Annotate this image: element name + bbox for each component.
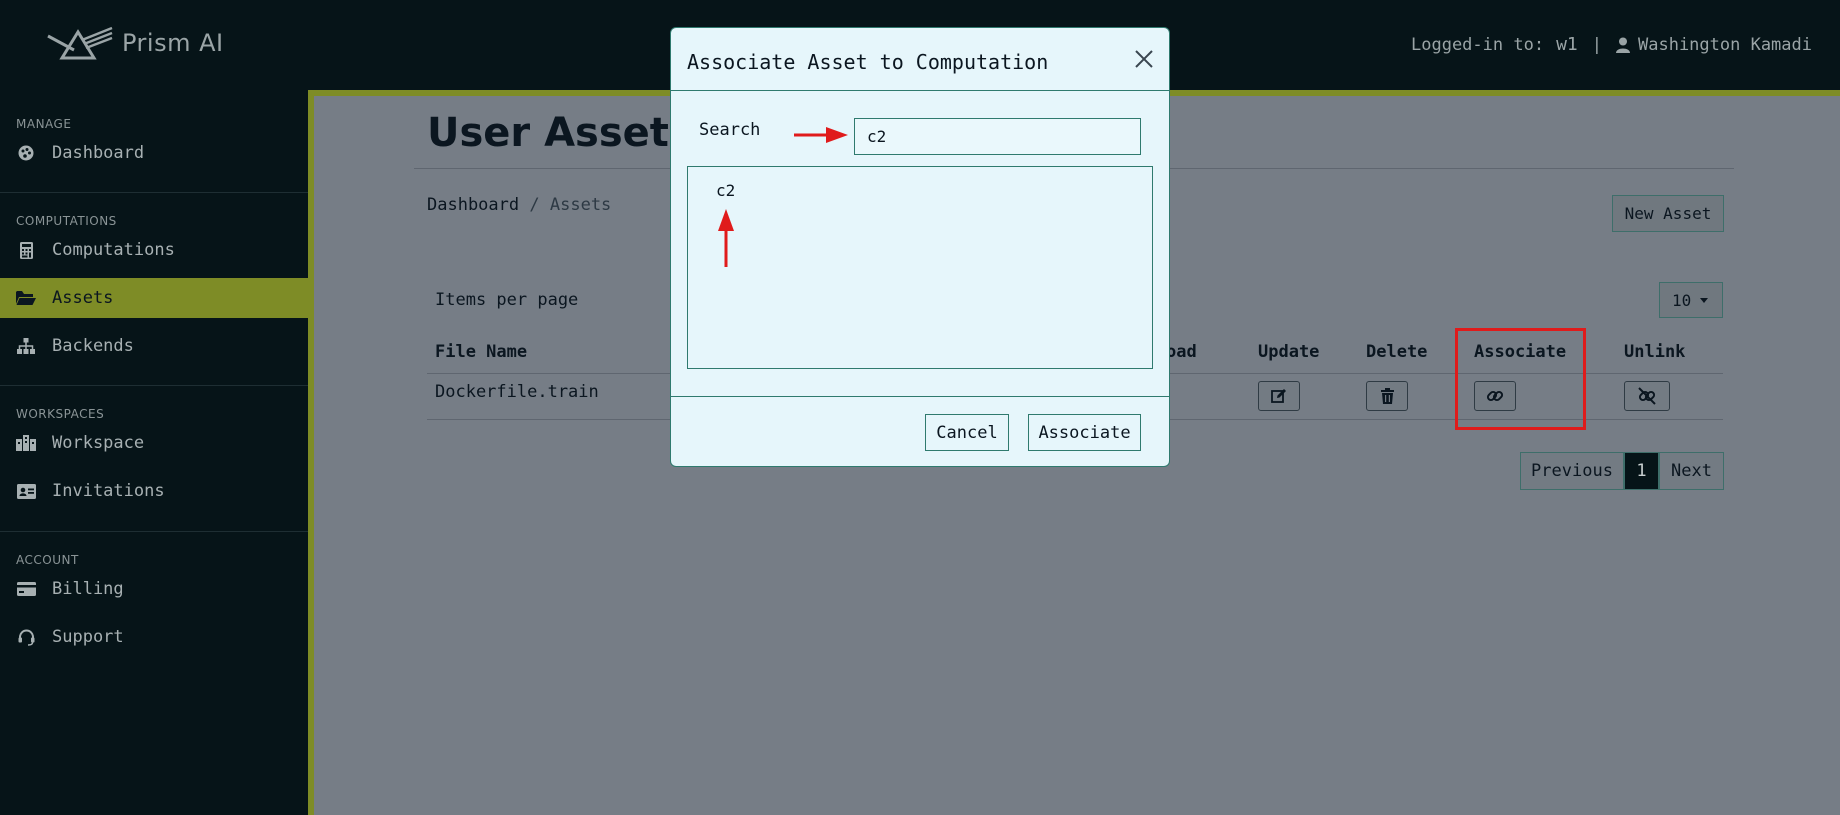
items-per-page-label: Items per page (435, 290, 579, 310)
next-page-button[interactable]: Next (1659, 452, 1724, 490)
session-info: Logged-in to: w1 | Washington Kamadi (1411, 34, 1812, 55)
user-icon (1616, 37, 1630, 53)
items-per-page-select[interactable]: 10 (1659, 282, 1723, 318)
sidebar-item-support[interactable]: Support (0, 617, 308, 657)
computation-list[interactable]: c2 (687, 166, 1153, 369)
unlink-icon (1638, 387, 1656, 405)
delete-button[interactable] (1366, 381, 1408, 411)
brand-logo[interactable]: Prism AI (46, 26, 224, 60)
sidebar-item-label: Assets (52, 288, 114, 308)
list-item[interactable]: c2 (716, 181, 735, 200)
arrow-right-icon (794, 127, 848, 143)
sidebar-item-label: Workspace (52, 433, 145, 453)
page-title: User Assets (427, 110, 693, 156)
separator: | (1591, 34, 1602, 55)
file-name-cell: Dockerfile.train (435, 382, 599, 402)
associate-confirm-button[interactable]: Associate (1028, 414, 1141, 451)
breadcrumb: Dashboard / Assets (427, 195, 611, 215)
modal-title: Associate Asset to Computation (687, 50, 1049, 74)
credit-card-icon (16, 580, 36, 598)
caret-down-icon (1700, 297, 1709, 303)
sidebar-item-label: Backends (52, 336, 134, 356)
divider (0, 192, 308, 193)
column-unlink: Unlink (1624, 342, 1686, 362)
trash-icon (1380, 388, 1394, 404)
sidebar-item-label: Support (52, 627, 124, 647)
column-update: Update (1258, 342, 1320, 362)
sidebar-heading-computations: COMPUTATIONS (16, 214, 117, 228)
brand-name: Prism AI (122, 29, 224, 57)
sidebar-item-backends[interactable]: Backends (0, 326, 308, 366)
column-download: oad (1166, 342, 1197, 362)
headset-icon (16, 628, 36, 646)
id-card-icon (16, 482, 36, 500)
pagination: Previous 1 Next (1520, 452, 1724, 490)
page-1-button[interactable]: 1 (1624, 452, 1659, 490)
building-icon (16, 434, 36, 452)
modal-header-divider (671, 90, 1169, 91)
associate-modal: Associate Asset to Computation Search c2… (670, 27, 1170, 467)
previous-page-button[interactable]: Previous (1520, 452, 1624, 490)
edit-icon (1271, 389, 1286, 403)
sitemap-icon (16, 337, 36, 355)
breadcrumb-current: Assets (549, 195, 612, 215)
sidebar-item-label: Computations (52, 240, 175, 260)
sidebar-item-dashboard[interactable]: Dashboard (0, 133, 308, 173)
breadcrumb-separator: / (529, 195, 540, 215)
divider (0, 385, 308, 386)
column-delete: Delete (1366, 342, 1428, 362)
prism-logo-icon (47, 26, 113, 60)
cancel-button[interactable]: Cancel (925, 414, 1009, 451)
sidebar-heading-manage: MANAGE (16, 117, 72, 131)
user-name[interactable]: Washington Kamadi (1638, 35, 1812, 55)
arrow-up-icon (718, 209, 734, 267)
folder-open-icon (16, 289, 36, 307)
update-button[interactable] (1258, 381, 1300, 411)
associate-highlight-annotation (1455, 328, 1586, 430)
divider (0, 531, 308, 532)
new-asset-button[interactable]: New Asset (1612, 195, 1724, 232)
sidebar-item-billing[interactable]: Billing (0, 569, 308, 609)
sidebar-heading-workspaces: WORKSPACES (16, 407, 105, 421)
logged-in-label: Logged-in to: (1411, 34, 1545, 55)
column-file-name: File Name (435, 342, 528, 362)
sidebar-item-label: Invitations (52, 481, 165, 501)
sidebar-item-computations[interactable]: Computations (0, 230, 308, 270)
workspace-name[interactable]: w1 (1556, 34, 1578, 55)
unlink-button[interactable] (1624, 381, 1670, 411)
search-label: Search (699, 120, 761, 140)
sidebar-item-label: Dashboard (52, 143, 145, 163)
modal-footer-divider (671, 396, 1169, 397)
sidebar-heading-account: ACCOUNT (16, 553, 79, 567)
palette-icon (16, 144, 36, 162)
sidebar-item-workspace[interactable]: Workspace (0, 423, 308, 463)
sidebar-item-assets[interactable]: Assets (0, 278, 308, 318)
items-per-page-value: 10 (1672, 290, 1692, 310)
close-icon[interactable] (1133, 48, 1155, 70)
calculator-icon (16, 241, 36, 259)
breadcrumb-dashboard[interactable]: Dashboard (427, 195, 519, 215)
sidebar-item-invitations[interactable]: Invitations (0, 471, 308, 511)
sidebar-item-label: Billing (52, 579, 124, 599)
search-input[interactable] (854, 118, 1141, 155)
sidebar: MANAGE Dashboard COMPUTATIONS Computatio… (0, 90, 308, 815)
